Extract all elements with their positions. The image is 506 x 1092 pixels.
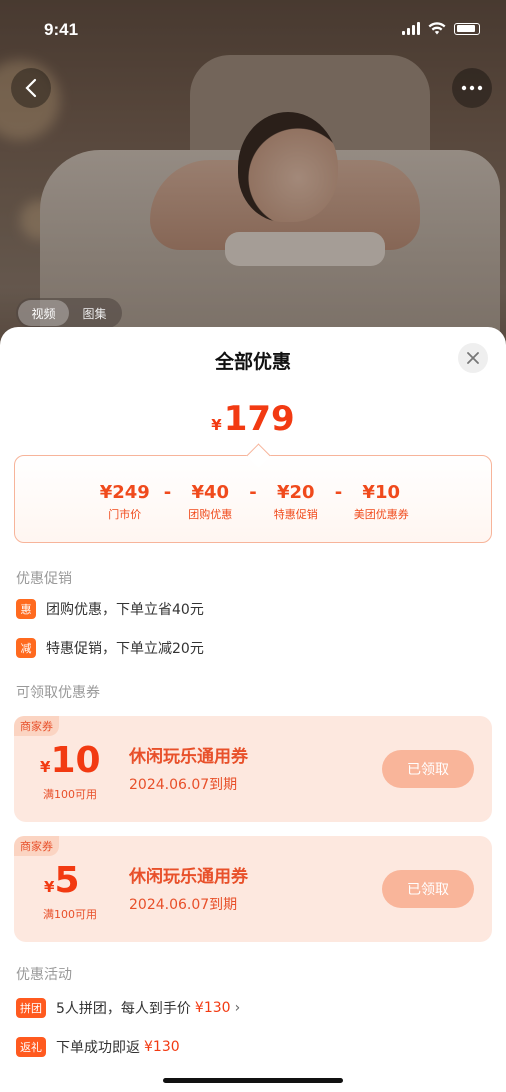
final-price-currency: ¥ bbox=[211, 416, 222, 434]
coupon-currency: ¥ bbox=[40, 758, 51, 776]
coupons-title: 可领取优惠券 bbox=[16, 685, 100, 701]
breakdown-label: 美团优惠券 bbox=[353, 508, 409, 521]
coupon-value: 5 bbox=[54, 860, 80, 901]
chevron-right-icon: › bbox=[234, 1000, 241, 1016]
promo-text: 特惠促销，下单立减20元 bbox=[46, 641, 204, 657]
coupon-currency: ¥ bbox=[44, 878, 55, 896]
tab-video[interactable]: 视频 bbox=[18, 300, 69, 326]
breakdown-label: 门市价 bbox=[108, 508, 142, 521]
chevron-left-icon bbox=[25, 78, 37, 98]
coupon-condition: 满100可用 bbox=[43, 788, 97, 801]
breakdown-value: ¥249 bbox=[99, 482, 150, 503]
sheet-title: 全部优惠 bbox=[214, 351, 291, 373]
final-price: ¥179 bbox=[0, 399, 506, 439]
activity-text: 下单成功即返 bbox=[56, 1040, 140, 1056]
battery-icon bbox=[454, 22, 480, 35]
coupon-amount: ¥10 bbox=[40, 740, 101, 781]
breakdown-label: 特惠促销 bbox=[273, 508, 318, 521]
activity-price: ¥130 bbox=[194, 1000, 231, 1016]
coupon-tag: 商家券 bbox=[14, 836, 59, 856]
breakdown-item: ¥10 美团优惠券 bbox=[350, 482, 412, 522]
coupon-tag: 商家券 bbox=[14, 716, 59, 736]
activity-text: 5人拼团，每人到手价 bbox=[56, 1001, 191, 1017]
more-button[interactable] bbox=[452, 68, 492, 108]
activity-row-group-buy[interactable]: 拼团 5人拼团，每人到手价 ¥130 › bbox=[16, 998, 240, 1018]
activities-title: 优惠活动 bbox=[16, 967, 72, 983]
status-time: 9:41 bbox=[44, 20, 79, 39]
promotion-row: 惠 团购优惠，下单立省40元 bbox=[16, 599, 204, 619]
coupon-amount: ¥5 bbox=[44, 860, 80, 901]
activity-row-cashback: 返礼 下单成功即返 ¥130 bbox=[16, 1037, 180, 1057]
breakdown-item: ¥20 特惠促销 bbox=[265, 482, 327, 522]
tab-gallery[interactable]: 图集 bbox=[69, 300, 120, 326]
minus-operator: - bbox=[334, 482, 343, 503]
coupon-card: 商家券 ¥5 满100可用 休闲玩乐通用券 2024.06.07到期 已领取 bbox=[14, 836, 492, 942]
coupon-value: 10 bbox=[50, 740, 101, 781]
minus-operator: - bbox=[249, 482, 257, 503]
home-indicator bbox=[163, 1078, 343, 1083]
breakdown-item: ¥40 团购优惠 bbox=[179, 482, 241, 522]
status-bar: 9:41 bbox=[0, 0, 506, 60]
coupon-expiry: 2024.06.07到期 bbox=[129, 897, 238, 913]
discount-sheet: 全部优惠 ¥179 ¥249 门市价 - ¥40 团购优惠 - ¥20 特惠促销… bbox=[0, 327, 506, 1092]
signal-icon bbox=[402, 22, 420, 35]
back-button[interactable] bbox=[11, 68, 51, 108]
breakdown-value: ¥10 bbox=[362, 482, 400, 503]
coupon-claimed-button[interactable]: 已领取 bbox=[382, 870, 474, 908]
breakdown-label: 团购优惠 bbox=[188, 508, 233, 521]
price-breakdown: ¥249 门市价 - ¥40 团购优惠 - ¥20 特惠促销 - ¥10 美团优… bbox=[14, 455, 492, 543]
coupon-claimed-button[interactable]: 已领取 bbox=[382, 750, 474, 788]
close-icon bbox=[467, 352, 479, 364]
promotion-row: 减 特惠促销，下单立减20元 bbox=[16, 638, 204, 658]
minus-operator: - bbox=[163, 482, 172, 503]
coupon-name: 休闲玩乐通用券 bbox=[129, 867, 248, 887]
promo-tag: 减 bbox=[16, 638, 36, 658]
more-dots-icon bbox=[461, 85, 483, 91]
activity-tag: 返礼 bbox=[16, 1037, 46, 1057]
coupon-expiry: 2024.06.07到期 bbox=[129, 777, 238, 793]
breakdown-value: ¥20 bbox=[276, 482, 315, 503]
coupon-card: 商家券 ¥10 满100可用 休闲玩乐通用券 2024.06.07到期 已领取 bbox=[14, 716, 492, 822]
breakdown-value: ¥40 bbox=[191, 482, 230, 503]
final-price-amount: 179 bbox=[223, 399, 295, 439]
close-button[interactable] bbox=[458, 343, 488, 373]
activity-price: ¥130 bbox=[144, 1039, 180, 1055]
breakdown-item: ¥249 门市价 bbox=[94, 482, 156, 522]
activity-tag: 拼团 bbox=[16, 998, 46, 1018]
promo-text: 团购优惠，下单立省40元 bbox=[46, 602, 204, 618]
wifi-icon bbox=[428, 22, 446, 35]
coupon-condition: 满100可用 bbox=[43, 908, 97, 921]
coupon-name: 休闲玩乐通用券 bbox=[129, 747, 248, 767]
promo-tag: 惠 bbox=[16, 599, 36, 619]
media-toggle: 视频 图集 bbox=[16, 298, 122, 328]
promotions-title: 优惠促销 bbox=[16, 571, 72, 587]
